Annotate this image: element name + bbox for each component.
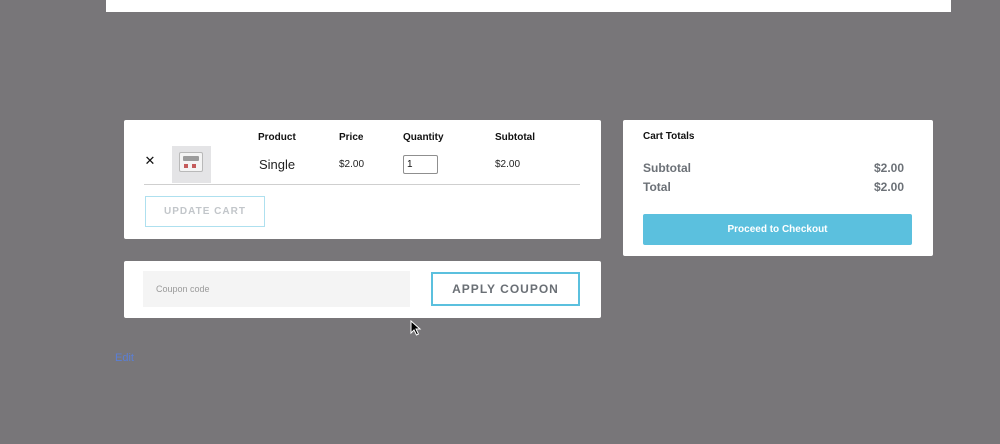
coupon-code-input[interactable]	[143, 271, 410, 307]
mouse-cursor-icon	[410, 320, 422, 336]
row-divider	[144, 184, 580, 185]
header-subtotal: Subtotal	[495, 132, 535, 143]
quantity-input[interactable]	[403, 155, 438, 174]
item-subtotal: $2.00	[495, 159, 521, 170]
total-label: Total	[643, 180, 671, 194]
close-icon[interactable]: ✕	[144, 154, 156, 167]
subtotal-label: Subtotal	[643, 161, 691, 175]
cart-totals: Cart Totals Subtotal $2.00 Total $2.00 P…	[623, 120, 933, 256]
header-price: Price	[339, 132, 364, 143]
product-thumbnail[interactable]	[172, 146, 211, 183]
proceed-to-checkout-button[interactable]: Proceed to Checkout	[643, 214, 912, 245]
product-image-icon	[179, 152, 203, 172]
total-value: $2.00	[873, 180, 904, 194]
header-quantity: Quantity	[403, 132, 444, 143]
update-cart-button[interactable]: UPDATE CART	[145, 196, 265, 227]
cart-table: Product Price Quantity Subtotal ✕ Single…	[124, 120, 601, 239]
edit-link[interactable]: Edit	[115, 352, 134, 364]
coupon-section: APPLY COUPON	[124, 261, 601, 318]
apply-coupon-button[interactable]: APPLY COUPON	[431, 272, 580, 306]
header-product: Product	[258, 132, 296, 143]
subtotal-value: $2.00	[873, 161, 904, 175]
cart-totals-title: Cart Totals	[643, 131, 695, 142]
item-price: $2.00	[339, 159, 365, 170]
top-content-panel	[106, 0, 951, 12]
product-name-link[interactable]: Single	[259, 157, 295, 172]
